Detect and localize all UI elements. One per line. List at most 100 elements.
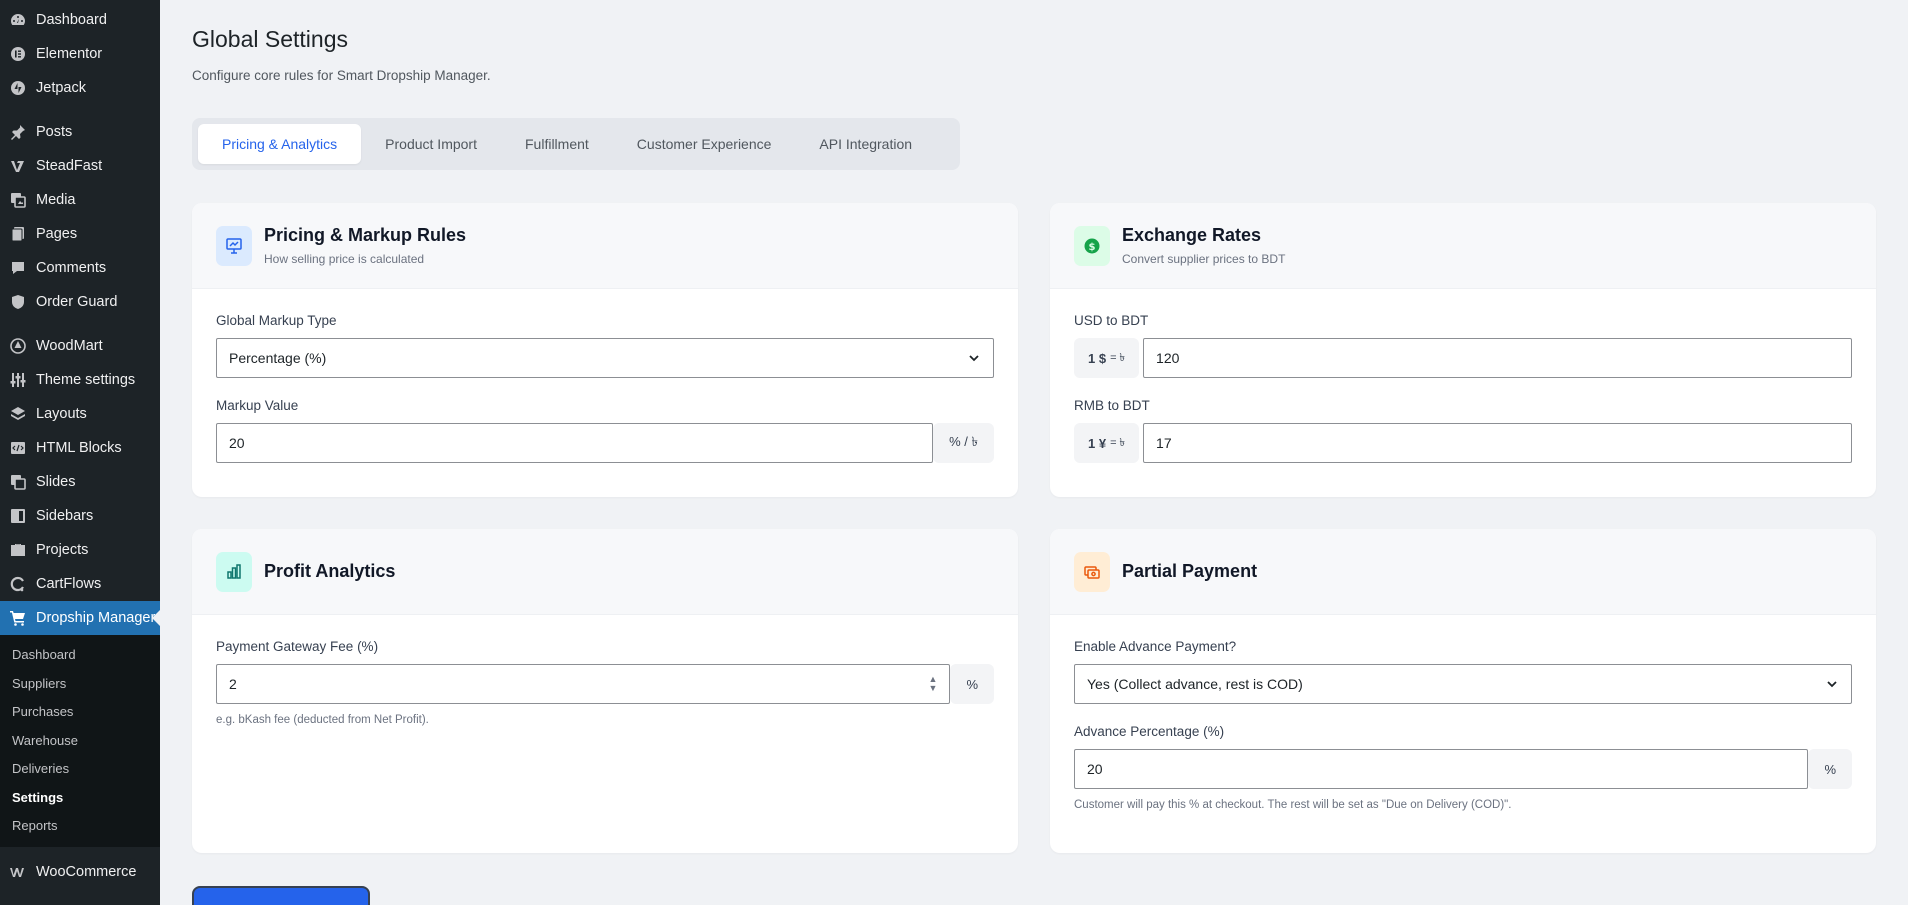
rmb-bdt-input[interactable]: 17 bbox=[1143, 423, 1852, 463]
sidebar-item-html-blocks[interactable]: HTML Blocks bbox=[0, 431, 160, 465]
submenu-item-dashboard[interactable]: Dashboard bbox=[0, 641, 160, 670]
sidebar-item-steadfast[interactable]: SteadFast bbox=[0, 149, 160, 183]
advance-enable-label: Enable Advance Payment? bbox=[1074, 639, 1237, 654]
tab-customer-experience[interactable]: Customer Experience bbox=[613, 124, 796, 164]
sidebar-item-label: Elementor bbox=[36, 46, 103, 62]
tab-api-integration[interactable]: API Integration bbox=[795, 124, 936, 164]
tab-product-import[interactable]: Product Import bbox=[361, 124, 501, 164]
sliders-icon bbox=[10, 372, 26, 388]
sidebar-item-layouts[interactable]: Layouts bbox=[0, 397, 160, 431]
pin-icon bbox=[10, 124, 26, 140]
gateway-fee-value: 2 bbox=[229, 676, 237, 692]
usd-prefix-bold: 1 $ bbox=[1088, 350, 1107, 366]
sidebar-item-sidebars[interactable]: Sidebars bbox=[0, 499, 160, 533]
chevron-down-icon bbox=[969, 355, 979, 362]
main-content: Global Settings Configure core rules for… bbox=[160, 0, 1908, 905]
submenu-item-deliveries[interactable]: Deliveries bbox=[0, 755, 160, 784]
advance-percent-input[interactable]: 20 bbox=[1074, 749, 1809, 789]
money-icon bbox=[1074, 551, 1110, 592]
sidebar-item-label: HTML Blocks bbox=[36, 440, 122, 456]
sidebar-item-label: Layouts bbox=[36, 406, 87, 422]
sidebar-item-media[interactable]: Media bbox=[0, 183, 160, 217]
markup-value-input[interactable]: 20 bbox=[216, 423, 934, 463]
gateway-fee-help: e.g. bKash fee (deducted from Net Profit… bbox=[216, 714, 429, 726]
card-header: $ Exchange Rates Convert supplier prices… bbox=[1050, 203, 1876, 289]
rmb-bdt-value: 17 bbox=[1156, 435, 1172, 451]
sidebar-item-pages[interactable]: Pages bbox=[0, 217, 160, 251]
cartflows-icon bbox=[10, 576, 26, 592]
advance-percent-value: 20 bbox=[1087, 761, 1103, 777]
sidebar-item-label: Dropship Manager bbox=[36, 610, 156, 626]
submenu-item-warehouse[interactable]: Warehouse bbox=[0, 727, 160, 756]
card-description: Convert supplier prices to BDT bbox=[1122, 252, 1286, 266]
sidebar-icon bbox=[10, 508, 26, 524]
sidebar-item-label: SteadFast bbox=[36, 158, 103, 174]
sidebar-item-projects[interactable]: Projects bbox=[0, 533, 160, 567]
bar-chart-icon bbox=[216, 551, 252, 592]
sidebar-item-elementor[interactable]: Elementor bbox=[0, 37, 160, 71]
sidebar-item-label: Sidebars bbox=[36, 508, 94, 524]
usd-bdt-input[interactable]: 120 bbox=[1143, 338, 1852, 378]
card-description: How selling price is calculated bbox=[264, 252, 425, 266]
submenu-item-suppliers[interactable]: Suppliers bbox=[0, 670, 160, 699]
woocommerce-icon bbox=[10, 864, 26, 880]
usd-prefix-rest: = ৳ bbox=[1110, 351, 1126, 364]
advance-enable-value: Yes (Collect advance, rest is COD) bbox=[1087, 676, 1303, 692]
markup-type-select[interactable]: Percentage (%) bbox=[216, 338, 994, 378]
markup-value-text: 20 bbox=[229, 435, 245, 451]
spin-down-icon[interactable]: ▼ bbox=[929, 684, 938, 693]
advance-percent-unit-addon: % bbox=[1808, 749, 1852, 789]
sidebar-item-dashboard[interactable]: Dashboard bbox=[0, 3, 160, 37]
html-icon bbox=[10, 440, 26, 456]
layers-icon bbox=[10, 406, 26, 422]
card-header: Profit Analytics bbox=[192, 529, 1018, 615]
gateway-fee-unit-addon: % bbox=[950, 664, 994, 704]
elementor-icon bbox=[10, 46, 26, 62]
card-title: Exchange Rates bbox=[1122, 225, 1262, 245]
dashboard-icon bbox=[10, 12, 26, 28]
submenu-item-reports[interactable]: Reports bbox=[0, 812, 160, 841]
sidebar-item-slides[interactable]: Slides bbox=[0, 465, 160, 499]
sidebar-item-posts[interactable]: Posts bbox=[0, 115, 160, 149]
sidebar-item-theme-settings[interactable]: Theme settings bbox=[0, 363, 160, 397]
sidebar-item-label: WoodMart bbox=[36, 338, 103, 354]
sidebar-item-dropship-manager[interactable]: Dropship Manager bbox=[0, 601, 160, 635]
media-icon bbox=[10, 192, 26, 208]
number-spinner[interactable]: ▲ ▼ bbox=[929, 675, 938, 693]
usd-bdt-label: USD to BDT bbox=[1074, 313, 1149, 328]
card-title: Partial Payment bbox=[1122, 561, 1258, 581]
markup-type-value: Percentage (%) bbox=[229, 350, 327, 366]
pages-icon bbox=[10, 226, 26, 242]
rmb-prefix-bold: 1 ¥ bbox=[1088, 435, 1107, 451]
dollar-circle-icon: $ bbox=[1074, 225, 1110, 266]
sidebar-item-woodmart[interactable]: WoodMart bbox=[0, 329, 160, 363]
sidebar-item-label: Posts bbox=[36, 124, 73, 140]
admin-sidebar: Dashboard Elementor Jetpack Posts SteadF… bbox=[0, 0, 160, 905]
card-title: Profit Analytics bbox=[264, 561, 396, 581]
exchange-rates-card: $ Exchange Rates Convert supplier prices… bbox=[1050, 203, 1876, 497]
submenu-item-purchases[interactable]: Purchases bbox=[0, 698, 160, 727]
submenu-item-settings[interactable]: Settings bbox=[0, 784, 160, 813]
gateway-fee-input[interactable]: 2 ▲ ▼ bbox=[216, 664, 951, 704]
rmb-prefix-addon: 1 ¥ = ৳ bbox=[1074, 423, 1140, 463]
sidebar-item-cartflows[interactable]: CartFlows bbox=[0, 567, 160, 601]
sidebar-item-label: WooCommerce bbox=[36, 863, 137, 880]
sidebar-item-woocommerce[interactable]: WooCommerce bbox=[0, 855, 160, 889]
sidebar-item-comments[interactable]: Comments bbox=[0, 251, 160, 285]
markup-type-label: Global Markup Type bbox=[216, 313, 337, 328]
sidebar-item-label: CartFlows bbox=[36, 576, 102, 592]
tab-pricing-analytics[interactable]: Pricing & Analytics bbox=[198, 124, 362, 164]
sidebar-item-jetpack[interactable]: Jetpack bbox=[0, 71, 160, 105]
sidebar-item-label: Jetpack bbox=[36, 80, 86, 96]
tab-fulfillment[interactable]: Fulfillment bbox=[501, 124, 613, 164]
sidebar-item-label: Media bbox=[36, 192, 76, 208]
advance-enable-select[interactable]: Yes (Collect advance, rest is COD) bbox=[1074, 664, 1852, 704]
sidebar-item-label: Comments bbox=[36, 260, 107, 276]
partial-payment-card: Partial Payment Enable Advance Payment? … bbox=[1050, 529, 1876, 853]
sidebar-item-order-guard[interactable]: Order Guard bbox=[0, 285, 160, 319]
markup-value-label: Markup Value bbox=[216, 398, 299, 413]
usd-bdt-value: 120 bbox=[1156, 350, 1180, 366]
card-header: Partial Payment bbox=[1050, 529, 1876, 615]
save-settings-button[interactable] bbox=[192, 886, 370, 905]
advance-percent-label: Advance Percentage (%) bbox=[1074, 724, 1225, 739]
